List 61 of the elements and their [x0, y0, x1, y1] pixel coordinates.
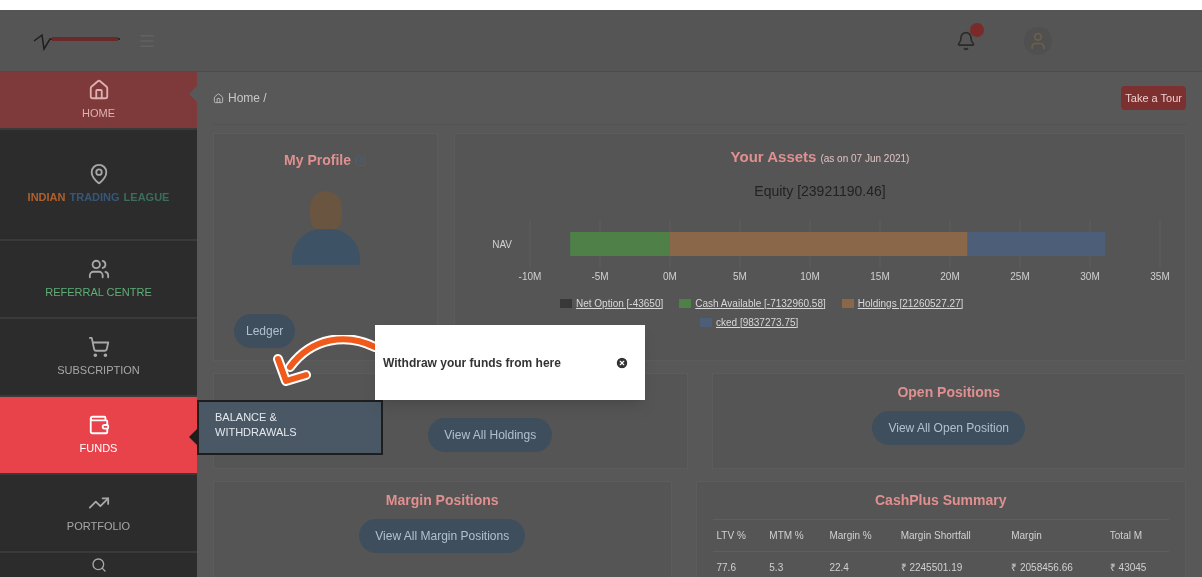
- table-cell: 77.6: [712, 551, 766, 577]
- sidebar-item-label: REFERRAL CENTRE: [45, 284, 152, 300]
- tick-label: 25M: [1010, 270, 1030, 282]
- card-title: My Profile: [284, 151, 351, 170]
- sidebar-item-icon: [87, 413, 110, 436]
- column-header: Margin %: [825, 519, 897, 552]
- tick-label: 20M: [940, 270, 960, 282]
- column-header: Margin: [1007, 519, 1106, 552]
- card-subtitle: (as on 07 Jun 2021): [820, 152, 910, 166]
- sidebar-item-label: SUBSCRIPTION: [57, 362, 140, 378]
- sidebar-item-label: PORTFOLIO: [66, 518, 131, 534]
- tick-label: 10M: [800, 270, 820, 282]
- sidebar-item-icon: [87, 257, 110, 280]
- table-cell: ₹ 2058456.66: [1007, 551, 1106, 577]
- notification-bell-icon[interactable]: [956, 30, 976, 51]
- category-label: NAV: [492, 238, 512, 250]
- card-title: Open Positions: [897, 383, 1001, 402]
- table-cell: 22.4: [825, 551, 897, 577]
- tick-label: 30M: [1080, 270, 1100, 282]
- view-button[interactable]: View All Margin Positions: [359, 519, 526, 553]
- sidebar-item[interactable]: FUNDS: [0, 397, 197, 473]
- table-cell: ₹ 43045: [1105, 551, 1169, 577]
- legend-label[interactable]: cked [9837273.75]: [716, 314, 799, 330]
- breadcrumb[interactable]: Home /: [228, 89, 267, 107]
- league-word: INDIAN: [27, 190, 66, 206]
- league-word: LEAGUE: [123, 190, 170, 206]
- sidebar-item-icon: [87, 335, 110, 358]
- column-header: LTV %: [712, 519, 766, 552]
- tick-label: -10M: [518, 270, 542, 282]
- user-avatar[interactable]: [1024, 26, 1052, 55]
- edit-icon[interactable]: [354, 154, 367, 167]
- column-header: Margin Shortfall: [896, 519, 1008, 552]
- home-icon: [213, 92, 224, 104]
- submenu-item[interactable]: BALANCE & WITHDRAWALS: [197, 400, 383, 455]
- close-icon[interactable]: [615, 355, 629, 370]
- tick-label: 15M: [870, 270, 890, 282]
- legend-label[interactable]: Net Option [-43650]: [576, 295, 664, 311]
- tick-label: 0M: [663, 270, 677, 282]
- sidebar-item[interactable]: HOME: [0, 72, 197, 128]
- card-title: Your Assets: [730, 147, 817, 167]
- legend-label[interactable]: Cash Available [-7132960.58]: [695, 295, 826, 311]
- popover-text: Withdraw your funds from here: [383, 354, 561, 372]
- sidebar-item-icon: [90, 557, 107, 573]
- ledger-button[interactable]: Ledger: [234, 314, 296, 348]
- legend-label[interactable]: Holdings [21260527.27]: [857, 295, 964, 311]
- league-word: TRADING: [69, 190, 120, 206]
- table-cell: ₹ 2245501.19: [896, 551, 1008, 577]
- tick-label: 35M: [1150, 270, 1170, 282]
- view-button[interactable]: View All Open Position: [872, 411, 1025, 445]
- take-tour-button[interactable]: Take a Tour: [1121, 85, 1186, 111]
- table-cell: 5.3: [765, 551, 826, 577]
- sidebar-item-label: FUNDS: [79, 440, 118, 456]
- tick-label: 5M: [733, 270, 747, 282]
- column-header: Total M: [1105, 519, 1169, 552]
- column-header: MTM %: [765, 519, 826, 552]
- tick-label: -5M: [591, 270, 609, 282]
- card-title: CashPlus Summary: [875, 491, 1007, 510]
- view-button[interactable]: View All Holdings: [428, 418, 553, 452]
- sidebar-item-label: HOME: [82, 105, 115, 121]
- card-title: Margin Positions: [385, 491, 499, 510]
- sidebar-item-icon: [87, 78, 110, 101]
